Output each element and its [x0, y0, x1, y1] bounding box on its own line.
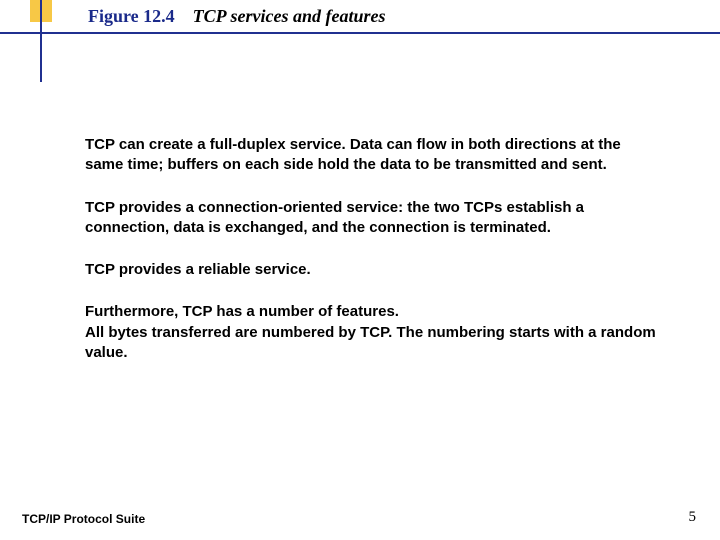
figure-title: TCP services and features	[193, 6, 386, 26]
decor-horizontal-rule	[0, 32, 720, 34]
slide-body: TCP can create a full-duplex service. Da…	[85, 135, 660, 385]
page-number: 5	[689, 509, 697, 526]
body-paragraph-3: TCP provides a reliable service.	[85, 260, 660, 280]
figure-heading: Figure 12.4 TCP services and features	[88, 6, 385, 27]
decor-vertical-rule	[40, 0, 42, 82]
figure-label: Figure 12.4	[88, 6, 175, 26]
slide-corner-decor	[0, 0, 65, 90]
body-paragraph-2: TCP provides a connection-oriented servi…	[85, 198, 660, 239]
body-paragraph-1: TCP can create a full-duplex service. Da…	[85, 135, 660, 176]
body-paragraph-4: Furthermore, TCP has a number of feature…	[85, 302, 660, 363]
footer-source: TCP/IP Protocol Suite	[22, 512, 145, 526]
